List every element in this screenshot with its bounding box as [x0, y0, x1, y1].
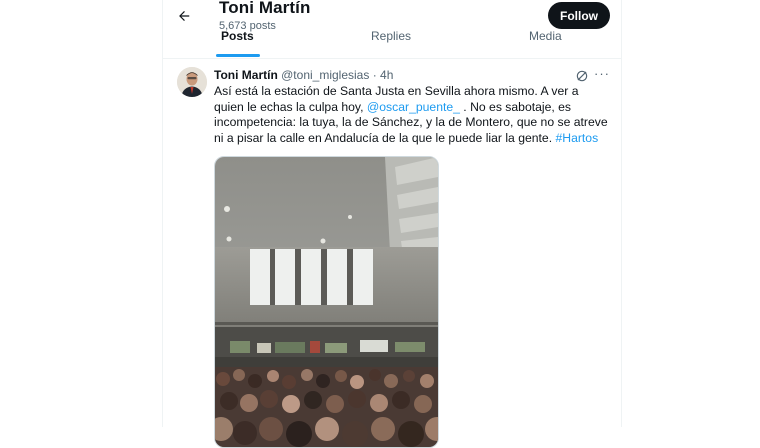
- tweet-author-name[interactable]: Toni Martín: [214, 68, 278, 82]
- hashtag-link[interactable]: #Hartos: [556, 131, 599, 145]
- more-button[interactable]: ···: [594, 67, 610, 81]
- follow-button[interactable]: Follow: [548, 2, 610, 29]
- tab-replies[interactable]: Replies: [371, 29, 411, 43]
- tab-posts[interactable]: Posts: [221, 29, 254, 43]
- grok-button[interactable]: [575, 69, 589, 83]
- grok-icon: [576, 70, 588, 82]
- active-tab-indicator: [216, 54, 260, 57]
- separator-dot: ·: [372, 68, 377, 82]
- profile-tabs: Posts Replies Media: [163, 28, 621, 59]
- profile-name: Toni Martín: [219, 0, 311, 17]
- back-button[interactable]: [173, 5, 195, 27]
- tweet-time[interactable]: 4h: [380, 68, 393, 82]
- timeline-column: Toni Martín 5,673 posts Follow Posts Rep…: [162, 0, 622, 448]
- tweet-header: Toni Martín @toni_miglesias · 4h: [214, 68, 393, 82]
- tweet-text: Así está la estación de Santa Justa en S…: [214, 84, 610, 146]
- avatar[interactable]: [177, 67, 207, 97]
- mention-link[interactable]: @oscar_puente_: [367, 100, 460, 114]
- tweet-handle[interactable]: @toni_miglesias: [281, 68, 369, 82]
- tweet[interactable]: Toni Martín @toni_miglesias · 4h ··· Así…: [163, 59, 621, 448]
- tweet-video[interactable]: [214, 156, 439, 448]
- tab-media[interactable]: Media: [529, 29, 562, 43]
- arrow-left-icon: [179, 11, 190, 21]
